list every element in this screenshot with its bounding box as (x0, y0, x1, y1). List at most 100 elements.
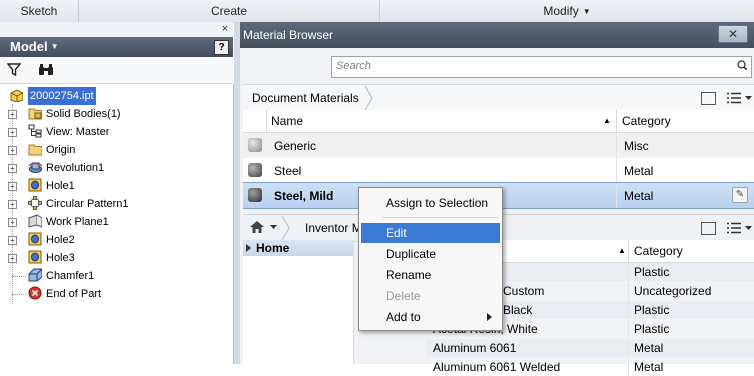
hole-icon (28, 250, 42, 264)
context-menu: Assign to Selection Edit Duplicate Renam… (358, 187, 503, 331)
material-category: Misc (624, 139, 649, 153)
library-name[interactable]: Inventor M (305, 221, 362, 235)
list-item[interactable]: Aluminum 6061 Welded Metal (427, 358, 754, 376)
view-toggle-icon[interactable] (701, 92, 716, 105)
home-icon[interactable] (249, 219, 265, 235)
column-header-category[interactable]: Category (622, 114, 671, 128)
breadcrumb-document-materials[interactable]: Document Materials (252, 91, 359, 105)
list-view-icon[interactable] (727, 92, 741, 104)
tree-item-label: End of Part (46, 288, 102, 300)
search-placeholder: Search (336, 60, 371, 72)
material-name: Generic (274, 139, 317, 153)
chevron-down-icon[interactable]: ▼ (583, 7, 591, 16)
find-binoculars-icon[interactable] (38, 63, 54, 76)
expand-icon[interactable]: + (8, 146, 17, 155)
tree-item-label: View: Master (46, 126, 110, 138)
material-name: Black (503, 303, 533, 317)
column-divider (628, 320, 629, 338)
tree-connector (12, 294, 26, 295)
material-swatch-icon (248, 138, 262, 152)
model-title: Model (10, 39, 48, 54)
menu-item-label: Edit (386, 226, 407, 240)
menu-item-label: Delete (386, 289, 421, 303)
material-name: Custom (503, 284, 545, 298)
menu-item-duplicate[interactable]: Duplicate (361, 244, 500, 264)
column-header-category[interactable]: Category (634, 244, 683, 258)
material-category: Metal (634, 360, 664, 374)
library-tree-home[interactable]: Home (243, 240, 353, 256)
column-divider (616, 110, 617, 132)
end-of-part-icon (28, 286, 42, 300)
ribbon-sketch-panel[interactable]: Sketch (0, 0, 79, 22)
chevron-down-icon[interactable] (745, 226, 752, 231)
column-header-name[interactable]: Name (271, 114, 303, 128)
expand-icon[interactable]: + (8, 128, 17, 137)
ribbon-panel-bar: Sketch Create Modify ▼ (0, 0, 754, 23)
expand-arrow-icon[interactable] (246, 244, 251, 252)
model-panel-grip (0, 22, 233, 38)
ribbon-create-panel[interactable]: Create (79, 0, 380, 22)
search-icon[interactable] (737, 60, 747, 70)
breadcrumb-chevron-icon (281, 215, 290, 241)
tree-item-label: Solid Bodies(1) (46, 108, 121, 120)
tree-item-label: Hole3 (46, 252, 75, 264)
library-tree: Home (243, 240, 354, 364)
table-row[interactable]: Steel Metal (243, 158, 754, 184)
chevron-down-icon: ▼ (50, 42, 59, 51)
column-divider (628, 263, 629, 281)
sort-ascending-icon[interactable]: ▲ (618, 246, 626, 255)
create-label: Create (210, 4, 248, 18)
table-row[interactable]: Generic Misc (243, 133, 754, 159)
menu-item-label: Duplicate (386, 247, 437, 261)
sort-ascending-icon[interactable]: ▲ (603, 116, 611, 125)
search-input[interactable]: Search (331, 56, 752, 78)
material-name: Steel, Mild (274, 189, 334, 203)
filter-icon[interactable] (7, 63, 21, 76)
menu-item-edit[interactable]: Edit (361, 223, 500, 243)
tree-item-label: 20002754.ipt (28, 87, 96, 105)
model-browser-menu[interactable]: Model ▼ (10, 39, 58, 54)
menu-item-rename[interactable]: Rename (361, 265, 500, 285)
model-toolbar (0, 57, 233, 84)
home-label: Home (256, 241, 290, 255)
list-view-icon[interactable] (727, 222, 741, 234)
close-icon[interactable]: × (219, 23, 231, 35)
expand-icon[interactable]: + (8, 200, 17, 209)
hole-icon (28, 232, 42, 246)
chevron-down-icon[interactable] (745, 96, 752, 101)
material-category: Plastic (634, 322, 670, 336)
expand-icon[interactable]: + (8, 254, 17, 263)
tree-connector (12, 276, 26, 277)
column-divider (628, 358, 629, 376)
chamfer-icon (28, 268, 42, 282)
circular-pattern-icon (28, 196, 42, 210)
expand-icon[interactable]: + (8, 110, 17, 119)
ribbon-modify-panel[interactable]: Modify ▼ (380, 0, 754, 22)
menu-item-add-to[interactable]: Add to (361, 307, 500, 327)
folder-icon (28, 144, 42, 156)
work-plane-icon (28, 214, 42, 228)
tree-item-label: Revolution1 (46, 162, 105, 174)
expand-icon[interactable]: + (8, 182, 17, 191)
expand-icon[interactable]: + (8, 236, 17, 245)
menu-item-assign-to-selection[interactable]: Assign to Selection (361, 193, 500, 213)
column-divider (616, 183, 617, 208)
expand-icon[interactable]: + (8, 164, 17, 173)
material-name: Steel (274, 164, 302, 178)
help-icon[interactable]: ? (214, 40, 229, 55)
expand-icon[interactable]: + (8, 218, 17, 227)
edit-pencil-icon[interactable]: ✎ (732, 187, 748, 203)
model-tree: 20002754.ipt + Solid Bodies(1) + View: M… (0, 84, 234, 364)
tree-item-label: Work Plane1 (46, 216, 109, 228)
column-divider (616, 133, 617, 158)
tree-item-label: Hole1 (46, 180, 75, 192)
modify-label: Modify (543, 4, 579, 18)
material-browser-titlebar[interactable]: Material Browser ✕ (240, 22, 754, 48)
column-divider (628, 301, 629, 319)
column-divider (628, 339, 629, 357)
chevron-down-icon[interactable] (270, 225, 277, 230)
close-button[interactable]: ✕ (718, 25, 748, 43)
material-category: Plastic (634, 265, 670, 279)
list-item[interactable]: Aluminum 6061 Metal (427, 339, 754, 357)
view-toggle-icon[interactable] (701, 222, 716, 235)
